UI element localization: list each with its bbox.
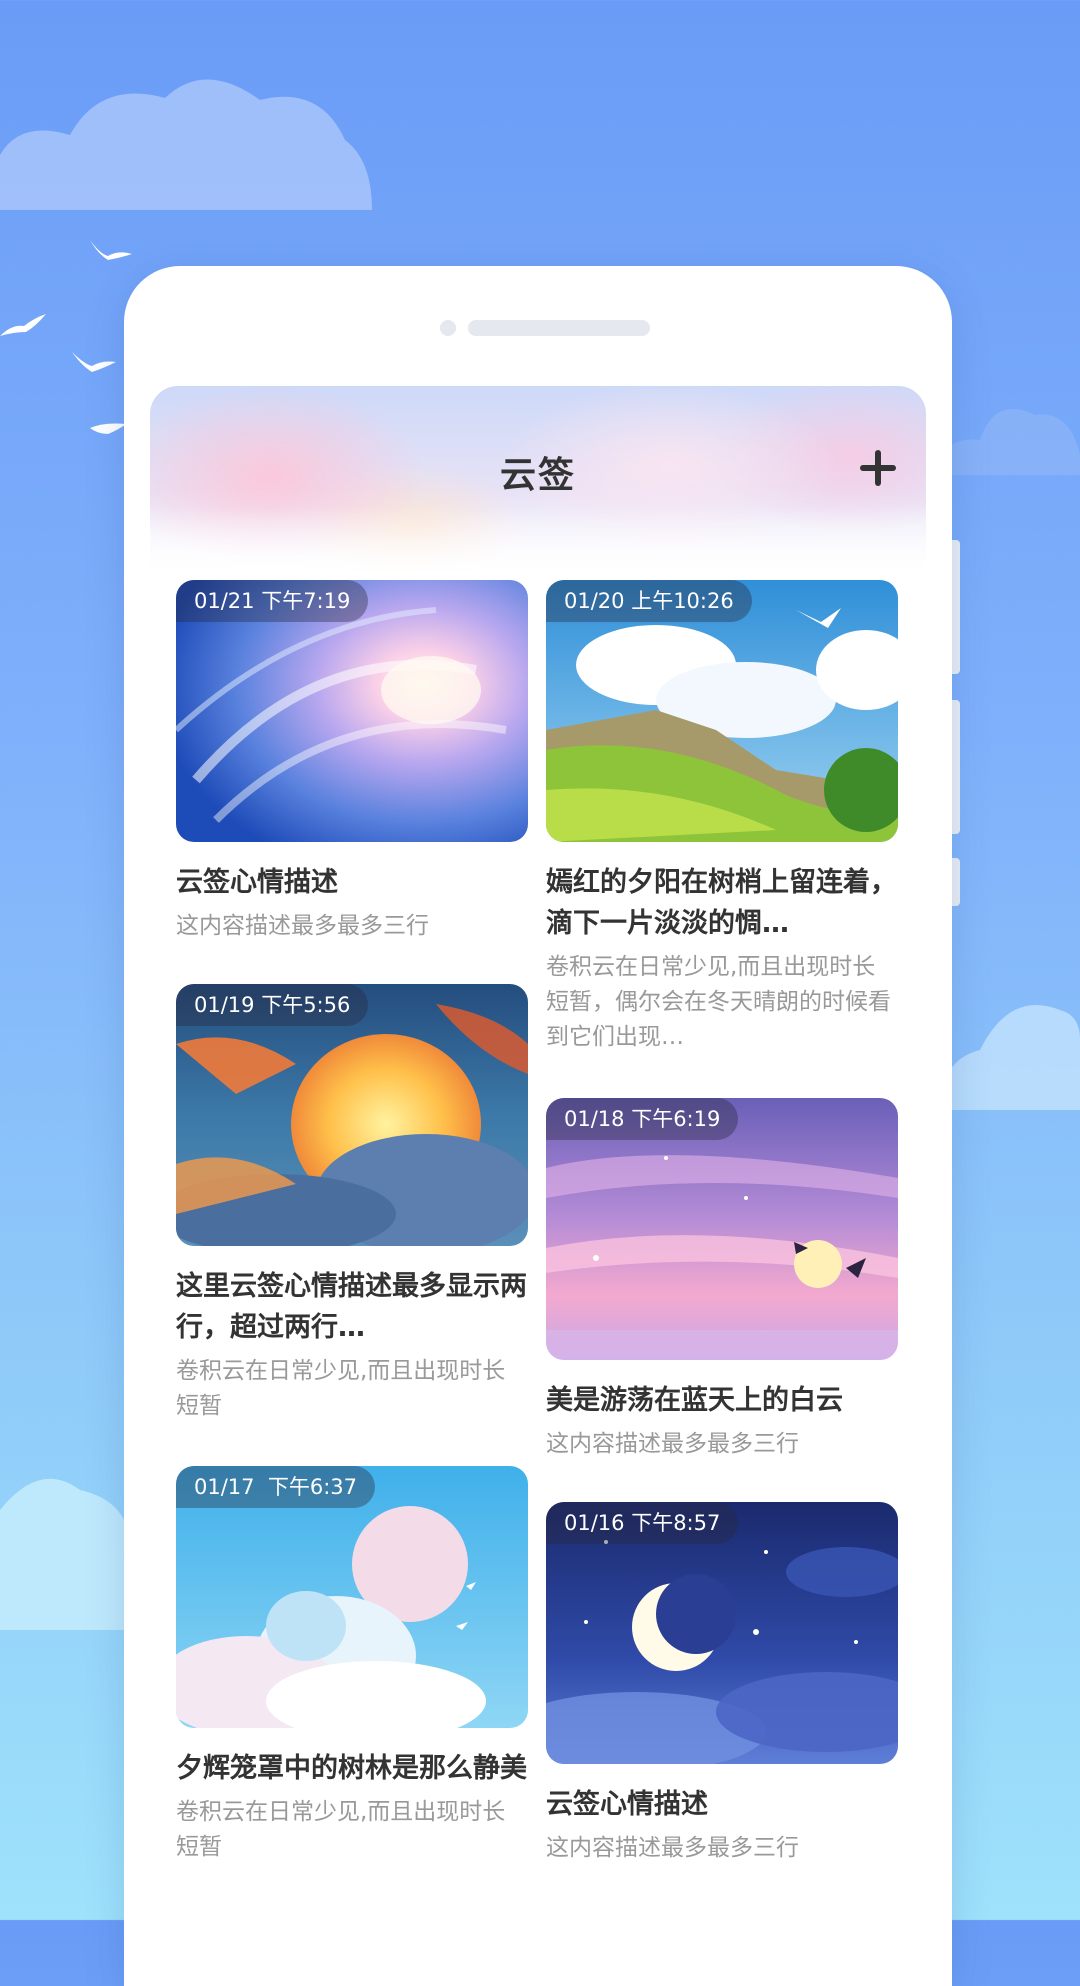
- bird-icon: [72, 352, 116, 372]
- bird-icon: [90, 423, 126, 434]
- note-date: 01/18 下午6:19: [546, 1098, 739, 1140]
- note-card[interactable]: 01/17 下午6:37 夕辉笼罩中的树林是那么静美 卷积云在日常少见,而且出现…: [176, 1466, 528, 1865]
- note-title: 这里云签心情描述最多显示两行，超过两行…: [176, 1271, 527, 1343]
- note-image: 01/20 上午10:26: [546, 580, 898, 842]
- note-title: 云签心情描述: [546, 1789, 708, 1820]
- background-cloud-right: [940, 408, 1080, 475]
- note-image: 01/16 下午8:57: [546, 1502, 898, 1764]
- note-title: 云签心情描述: [176, 867, 338, 898]
- note-image: 01/21 下午7:19: [176, 580, 528, 842]
- bird-icon: [0, 314, 46, 336]
- note-card[interactable]: 01/20 上午10:26 嫣红的夕阳在树梢上留连着，滴下一片淡淡的惆… 卷积云…: [546, 580, 898, 1055]
- note-description: 这内容描述最多最多三行: [176, 913, 429, 939]
- background-cloud-right-lower: [940, 1005, 1080, 1110]
- side-button: [952, 700, 960, 834]
- note-image: 01/17 下午6:37: [176, 1466, 528, 1728]
- page-title: 云签: [499, 455, 576, 496]
- app-header: 云签: [150, 386, 926, 576]
- note-date: 01/17 下午6:37: [176, 1466, 376, 1508]
- note-title: 美是游荡在蓝天上的白云: [546, 1385, 843, 1416]
- note-description: 卷积云在日常少见,而且出现时长短暂，偶尔会在冬天晴朗的时候看到它们出现…: [546, 954, 891, 1050]
- note-image: 01/19 下午5:56: [176, 984, 528, 1246]
- note-description: 这内容描述最多最多三行: [546, 1431, 799, 1457]
- background-cloud: [0, 79, 372, 210]
- note-description: 卷积云在日常少见,而且出现时长短暂: [176, 1799, 506, 1860]
- note-date: 01/21 下午7:19: [176, 580, 369, 622]
- speaker-bar: [468, 320, 650, 336]
- note-date: 01/16 下午8:57: [546, 1502, 739, 1544]
- note-description: 卷积云在日常少见,而且出现时长短暂: [176, 1358, 506, 1419]
- plus-icon[interactable]: [858, 448, 898, 488]
- note-title: 嫣红的夕阳在树梢上留连着，滴下一片淡淡的惆…: [546, 867, 897, 939]
- note-image: 01/18 下午6:19: [546, 1098, 898, 1360]
- note-card[interactable]: 01/18 下午6:19 美是游荡在蓝天上的白云 这内容描述最多最多三行: [546, 1098, 898, 1462]
- note-description: 这内容描述最多最多三行: [546, 1835, 799, 1861]
- note-card[interactable]: 01/16 下午8:57 云签心情描述 这内容描述最多最多三行: [546, 1502, 898, 1866]
- note-title: 夕辉笼罩中的树林是那么静美: [176, 1753, 527, 1784]
- phone-frame: 云签 01/21 下午7:19 云签心情描述 这内容描述最多最多三行 01/20…: [124, 266, 952, 1986]
- note-date: 01/19 下午5:56: [176, 984, 369, 1026]
- note-date: 01/20 上午10:26: [546, 580, 752, 622]
- side-button: [952, 540, 960, 674]
- note-card[interactable]: 01/21 下午7:19 云签心情描述 这内容描述最多最多三行: [176, 580, 528, 944]
- bird-icon: [90, 240, 132, 260]
- side-button: [952, 858, 960, 906]
- camera-dot: [440, 320, 456, 336]
- note-card[interactable]: 01/19 下午5:56 这里云签心情描述最多显示两行，超过两行… 卷积云在日常…: [176, 984, 528, 1424]
- background-cloud-left-lower: [0, 1478, 134, 1630]
